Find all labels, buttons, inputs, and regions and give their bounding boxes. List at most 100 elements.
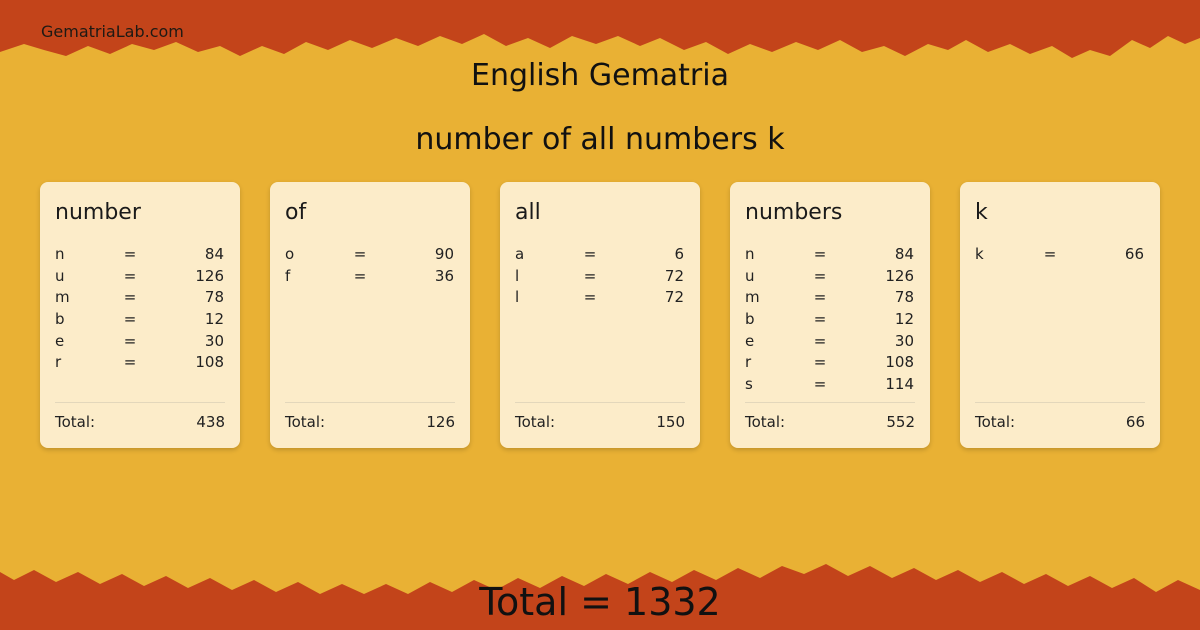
word-title: k (975, 200, 988, 225)
letter-row: b = 12 (745, 310, 914, 332)
grand-total: Total = 1332 (479, 580, 721, 624)
letter-value: 90 (434, 245, 454, 263)
letter-value: 36 (434, 266, 454, 285)
equals-sign: = (123, 353, 137, 372)
letter: n (55, 245, 65, 263)
phrase-heading: number of all numbers k (415, 122, 785, 157)
letter-list: k = 66 (975, 245, 1144, 267)
letter-row: m = 78 (55, 288, 224, 310)
equals-sign: = (813, 331, 827, 350)
letter-value: 12 (204, 310, 224, 329)
word-title: of (285, 200, 307, 225)
word-total: 66 (1125, 413, 1145, 431)
letter-row: k = 66 (975, 245, 1144, 267)
word-total: 552 (886, 413, 915, 431)
equals-sign: = (813, 245, 827, 263)
letter-row: u = 126 (55, 267, 224, 289)
word-total: 126 (426, 413, 455, 431)
letter: e (745, 331, 755, 350)
letter-value: 126 (195, 266, 224, 285)
letter: n (745, 245, 755, 263)
word-title: all (515, 200, 541, 225)
letter-value: 72 (664, 266, 684, 285)
letter: u (745, 266, 755, 285)
equals-sign: = (813, 353, 827, 372)
letter: s (745, 375, 753, 394)
letter: b (745, 310, 755, 329)
letter-list: o = 90 f = 36 (285, 245, 454, 288)
word-card: k k = 66 Total: 66 (960, 182, 1160, 448)
letter-row: m = 78 (745, 288, 914, 310)
equals-sign: = (353, 245, 367, 263)
word-total: 150 (656, 413, 685, 431)
letter-row: a = 6 (515, 245, 684, 267)
letter-value: 12 (894, 310, 914, 329)
equals-sign: = (123, 245, 137, 263)
letter-row: u = 126 (745, 267, 914, 289)
total-label: Total: (745, 413, 786, 431)
letter-value: 84 (894, 245, 914, 263)
letter: m (55, 288, 70, 307)
letter-value: 78 (204, 288, 224, 307)
letter-row: n = 84 (745, 245, 914, 267)
letter: l (515, 266, 520, 285)
letter-list: a = 6 l = 72 l = 72 (515, 245, 684, 310)
total-label: Total: (285, 413, 326, 431)
letter: r (745, 353, 752, 372)
divider (55, 402, 225, 403)
equals-sign: = (1043, 245, 1057, 263)
letter-list: n = 84 u = 126 m = 78 b = 12 e = 30 r = 108 (55, 245, 224, 375)
letter: e (55, 331, 65, 350)
word-title: numbers (745, 200, 843, 225)
divider (285, 402, 455, 403)
letter: l (515, 288, 520, 307)
site-name[interactable]: GematriaLab.com (41, 22, 184, 41)
letter-row: l = 72 (515, 288, 684, 310)
equals-sign: = (583, 266, 597, 285)
letter-row: r = 108 (55, 353, 224, 375)
letter: a (515, 245, 525, 263)
letter-value: 126 (885, 266, 914, 285)
letter: b (55, 310, 65, 329)
word-card: numbers n = 84 u = 126 m = 78 b = 12 e = 30 r = 108 s = 114 … (730, 182, 930, 448)
letter-value: 78 (894, 288, 914, 307)
letter-row: e = 30 (745, 332, 914, 354)
equals-sign: = (813, 310, 827, 329)
letter: f (285, 266, 291, 285)
letter: k (975, 245, 984, 263)
equals-sign: = (123, 288, 137, 307)
letter-value: 6 (674, 245, 684, 263)
equals-sign: = (583, 245, 597, 263)
letter-row: n = 84 (55, 245, 224, 267)
letter-list: n = 84 u = 126 m = 78 b = 12 e = 30 r = 108 s = 114 (745, 245, 914, 397)
letter: r (55, 353, 62, 372)
letter: m (745, 288, 760, 307)
divider (975, 402, 1145, 403)
letter-row: o = 90 (285, 245, 454, 267)
equals-sign: = (813, 288, 827, 307)
letter-value: 72 (664, 288, 684, 307)
letter: u (55, 266, 65, 285)
word-card: of o = 90 f = 36 Total: 126 (270, 182, 470, 448)
total-label: Total: (515, 413, 556, 431)
total-label: Total: (55, 413, 96, 431)
letter-value: 66 (1124, 245, 1144, 263)
letter-value: 30 (894, 331, 914, 350)
letter: o (285, 245, 295, 263)
letter-row: r = 108 (745, 353, 914, 375)
equals-sign: = (813, 375, 827, 394)
letter-row: e = 30 (55, 332, 224, 354)
letter-value: 108 (195, 353, 224, 372)
equals-sign: = (123, 331, 137, 350)
equals-sign: = (123, 266, 137, 285)
word-cards: number n = 84 u = 126 m = 78 b = 12 e = 30 r = 108 Total:… (40, 182, 1160, 448)
letter-row: l = 72 (515, 267, 684, 289)
total-label: Total: (975, 413, 1016, 431)
page-title: English Gematria (471, 58, 729, 93)
letter-row: b = 12 (55, 310, 224, 332)
letter-row: s = 114 (745, 375, 914, 397)
word-card: all a = 6 l = 72 l = 72 Total: 150 (500, 182, 700, 448)
divider (515, 402, 685, 403)
equals-sign: = (583, 288, 597, 307)
letter-row: f = 36 (285, 267, 454, 289)
